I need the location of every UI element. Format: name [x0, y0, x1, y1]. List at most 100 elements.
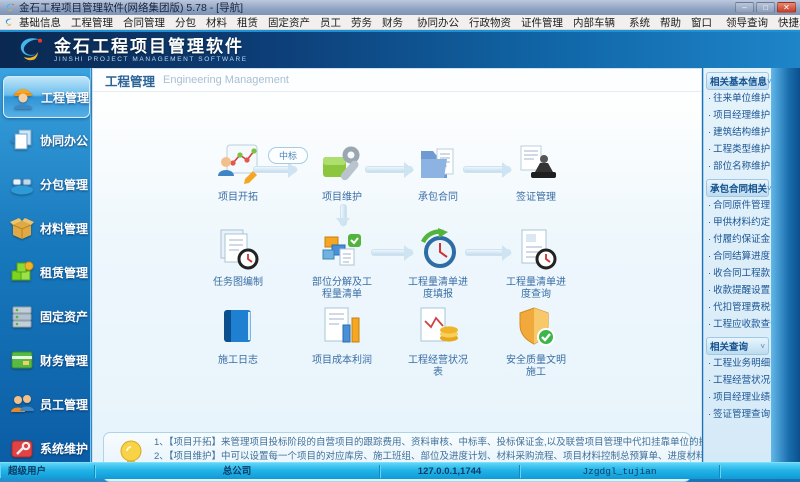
left-sidebar: 工程管理 协同办公 分包管理 材料管理 租赁管理 固定资产 财务管理 员工管理 … — [0, 68, 91, 462]
flow-node-label: 承包合同 — [418, 192, 458, 203]
sidebar-item-label: 工程管理 — [41, 90, 90, 105]
safety-shield-icon — [519, 307, 555, 346]
flow-arrow — [253, 162, 298, 178]
menu-item-basic-info[interactable]: 基础信息 — [14, 15, 66, 30]
window-close-button[interactable]: ✕ — [777, 2, 796, 13]
sidebar-item-engineering[interactable]: 工程管理 — [3, 76, 90, 118]
flow-arrow — [365, 162, 414, 178]
menu-item-leader-query[interactable]: 领导查询 — [721, 15, 773, 30]
sidebar-item-finance[interactable]: 财务管理 — [3, 340, 88, 380]
menu-item-certificates[interactable]: 证件管理 — [516, 15, 568, 30]
menu-item-admin-supplies[interactable]: 行政物资 — [464, 15, 516, 30]
flow-node-boq-breakdown[interactable]: 部位分解及工程量清单 — [297, 227, 387, 301]
panel-item-receive-payment[interactable]: 收合同工程款 — [704, 265, 771, 282]
panel-item-contract-original[interactable]: 合同原件管理 — [704, 197, 771, 214]
flow-node-label: 项目开拓 — [218, 192, 258, 203]
flow-node-operation-status[interactable]: 工程经营状况表 — [393, 305, 483, 379]
sidebar-item-label: 材料管理 — [40, 221, 89, 236]
panel-item-project-manager[interactable]: 项目经理维护 — [704, 107, 771, 124]
panel-item-project-type[interactable]: 工程类型维护 — [704, 141, 771, 158]
panel-item-partner-units[interactable]: 往来单位维护 — [704, 90, 771, 107]
project-development-icon — [218, 144, 258, 184]
menu-item-subcontract[interactable]: 分包 — [170, 15, 201, 30]
window-minimize-button[interactable]: – — [735, 2, 754, 13]
menu-item-vehicles[interactable]: 内部车辆 — [568, 15, 620, 30]
flow-node-progress-query[interactable]: 工程量清单进度查询 — [491, 227, 581, 301]
menu-item-contract[interactable]: 合同管理 — [118, 15, 170, 30]
flow-arrow — [465, 245, 512, 261]
menu-item-quick-docs[interactable]: 快捷单据 — [773, 15, 800, 30]
panel-item-business-detail-query[interactable]: 工程业务明细查询 — [704, 355, 789, 372]
sidebar-item-subcontract[interactable]: 分包管理 — [3, 164, 88, 204]
collaboration-icon — [10, 129, 32, 150]
panel-section-queries[interactable]: 相关查询 ˅ — [706, 337, 769, 355]
panel-section-contract[interactable]: 承包合同相关 ˅ — [706, 179, 772, 197]
panel-item-performance-bond[interactable]: 付履约保证金 — [704, 231, 771, 248]
material-icon — [10, 218, 34, 239]
sidebar-item-label: 固定资产 — [40, 309, 89, 324]
flow-node-safety-civilized[interactable]: 安全质量文明施工 — [491, 305, 581, 379]
system-icon — [11, 440, 33, 458]
window-maximize-button[interactable]: □ — [756, 2, 775, 13]
menu-item-material[interactable]: 材料 — [201, 15, 232, 30]
flow-node-task-chart[interactable]: 任务图编制 — [193, 227, 283, 289]
flow-node-project-maintenance[interactable]: 项目维护 — [297, 142, 387, 204]
panel-item-payment-reminder[interactable]: 收款提醒设置 — [704, 282, 771, 299]
menu-item-collaboration[interactable]: 协同办公 — [412, 15, 464, 30]
flow-arrow — [371, 245, 414, 261]
menu-item-labor[interactable]: 劳务 — [346, 15, 377, 30]
jinshi-logo-icon — [20, 38, 43, 63]
sidebar-item-collaboration[interactable]: 协同办公 — [3, 120, 88, 160]
menu-item-finance[interactable]: 财务 — [377, 15, 408, 30]
brand-name: 金石工程项目管理软件 — [54, 36, 244, 56]
menu-item-fixed-assets[interactable]: 固定资产 — [263, 15, 315, 30]
sidebar-item-label: 协同办公 — [40, 133, 89, 148]
flow-node-label: 任务图编制 — [213, 277, 263, 288]
panel-item-pm-performance[interactable]: 项目经理业绩考核 — [704, 389, 789, 406]
flow-node-cost-profit[interactable]: 项目成本利润 — [297, 305, 387, 367]
menu-item-system[interactable]: 系统 — [624, 15, 655, 30]
cost-profit-icon — [324, 307, 360, 343]
menu-item-help[interactable]: 帮助 — [655, 15, 686, 30]
sidebar-item-lease[interactable]: 租赁管理 — [3, 252, 88, 292]
sidebar-item-label: 员工管理 — [40, 397, 89, 412]
panel-item-owner-material[interactable]: 甲供材料约定 — [704, 214, 771, 231]
panel-item-part-name[interactable]: 部位名称维护 — [704, 158, 771, 175]
sidebar-item-material[interactable]: 材料管理 — [3, 208, 88, 248]
brand-subtitle: JINSHI PROJECT MANAGEMENT SOFTWARE — [54, 55, 248, 63]
status-empty — [720, 465, 800, 478]
page-header: 工程管理 Engineering Management — [93, 69, 701, 92]
flow-node-construction-log[interactable]: 施工日志 — [193, 305, 283, 367]
panel-item-withhold-tax[interactable]: 代扣管理费税金 — [704, 299, 780, 316]
status-bar: 超级用户 总公司 127.0.0.1,1744 Jzgdgl_tujian — [0, 462, 800, 479]
panel-section-basic-info[interactable]: 相关基本信息 ˅ — [706, 72, 772, 90]
bid-won-badge: 中标 — [268, 147, 309, 164]
sidebar-item-staff[interactable]: 员工管理 — [3, 384, 88, 424]
flow-node-progress-report[interactable]: 工程量清单进度填报 — [393, 227, 483, 301]
status-address: 127.0.0.1,1744 — [380, 464, 520, 478]
flow-node-label: 工程经营状况表 — [408, 355, 468, 378]
flow-node-label: 项目成本利润 — [312, 355, 372, 366]
panel-section-title: 相关基本信息 — [710, 77, 768, 88]
panel-item-operation-status-report[interactable]: 工程经营状况表 — [704, 372, 780, 389]
visa-stamp-icon — [520, 145, 556, 178]
brand-band: 金石工程项目管理软件 JINSHI PROJECT MANAGEMENT SOF… — [0, 30, 800, 68]
panel-item-contract-settlement[interactable]: 合同结算进度 — [704, 248, 771, 265]
panel-item-building-structure[interactable]: 建筑结构维护 — [704, 124, 771, 141]
operation-status-icon — [420, 307, 458, 342]
menu-item-staff[interactable]: 员工 — [315, 15, 346, 30]
jinshi-logo-icon — [5, 18, 13, 26]
task-chart-icon — [220, 229, 259, 270]
fixed-assets-icon — [12, 306, 32, 328]
flow-node-label: 工程量清单进度填报 — [408, 277, 468, 300]
menu-item-engineering[interactable]: 工程管理 — [66, 15, 118, 30]
menu-item-window[interactable]: 窗口 — [686, 15, 717, 30]
sidebar-item-fixed-assets[interactable]: 固定资产 — [3, 296, 88, 336]
panel-item-receivable-query[interactable]: 工程应收款查询 — [704, 316, 780, 333]
progress-report-icon — [420, 228, 456, 268]
menu-item-lease[interactable]: 租赁 — [232, 15, 263, 30]
panel-item-visa-query[interactable]: 签证管理查询 — [704, 406, 771, 423]
flow-node-label: 签证管理 — [516, 192, 556, 203]
sidebar-item-label: 财务管理 — [40, 353, 89, 368]
main-content: 工程管理 Engineering Management 项目开拓 项目维护 承包… — [92, 68, 789, 482]
